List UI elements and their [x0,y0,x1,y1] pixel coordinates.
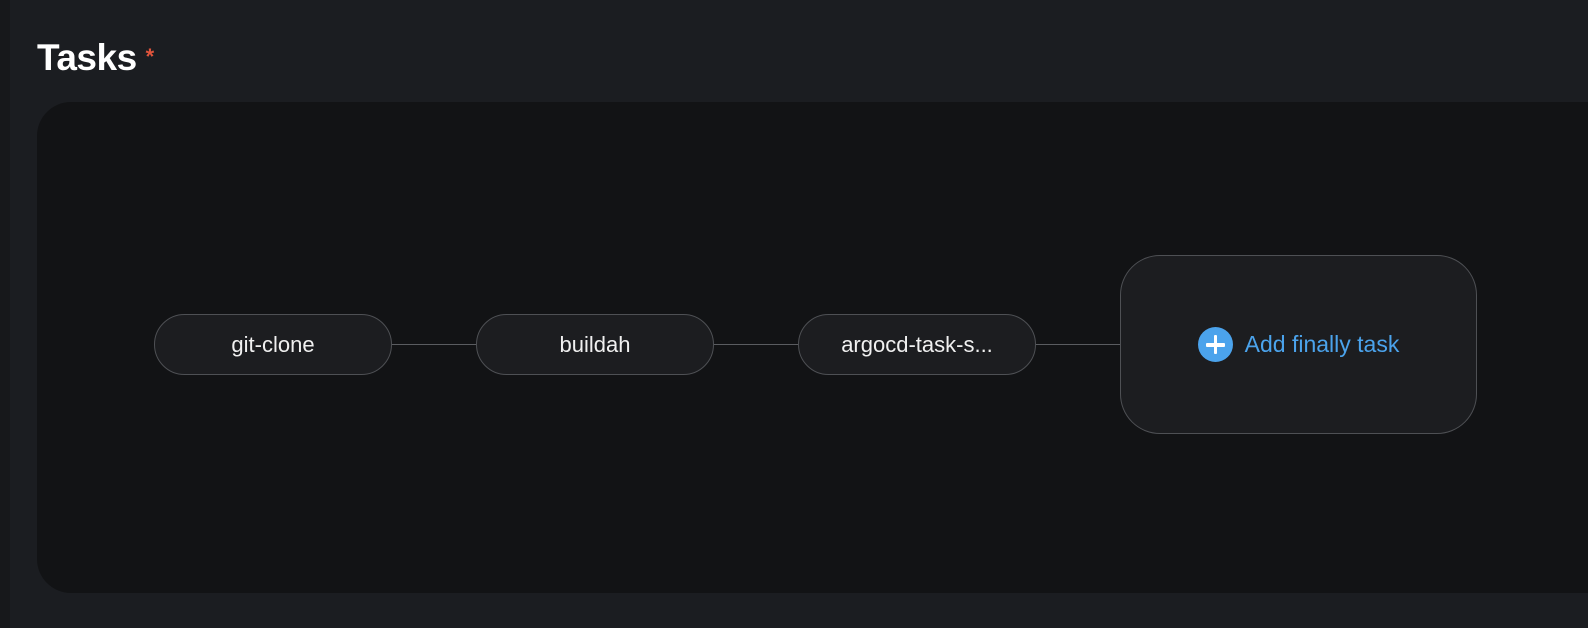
connector-line-3 [1036,344,1120,345]
task-node-buildah[interactable]: buildah [476,314,714,375]
connector-line-1 [392,344,476,345]
pipeline-canvas[interactable]: git-clone buildah argocd-task-s... Add f… [37,102,1588,593]
task-label: git-clone [231,331,315,357]
section-title: Tasks [37,37,137,78]
plus-circle-icon [1197,327,1233,362]
task-label: argocd-task-s... [841,331,993,357]
section-heading: Tasks * [37,36,154,80]
add-finally-task-button[interactable]: Add finally task [1120,255,1477,434]
task-node-git-clone[interactable]: git-clone [154,314,392,375]
connector-line-2 [714,344,798,345]
add-finally-task-label: Add finally task [1244,331,1400,357]
task-node-argocd[interactable]: argocd-task-s... [798,314,1036,375]
left-nav-edge [0,0,10,628]
task-label: buildah [559,331,631,357]
required-indicator: * [145,44,155,69]
